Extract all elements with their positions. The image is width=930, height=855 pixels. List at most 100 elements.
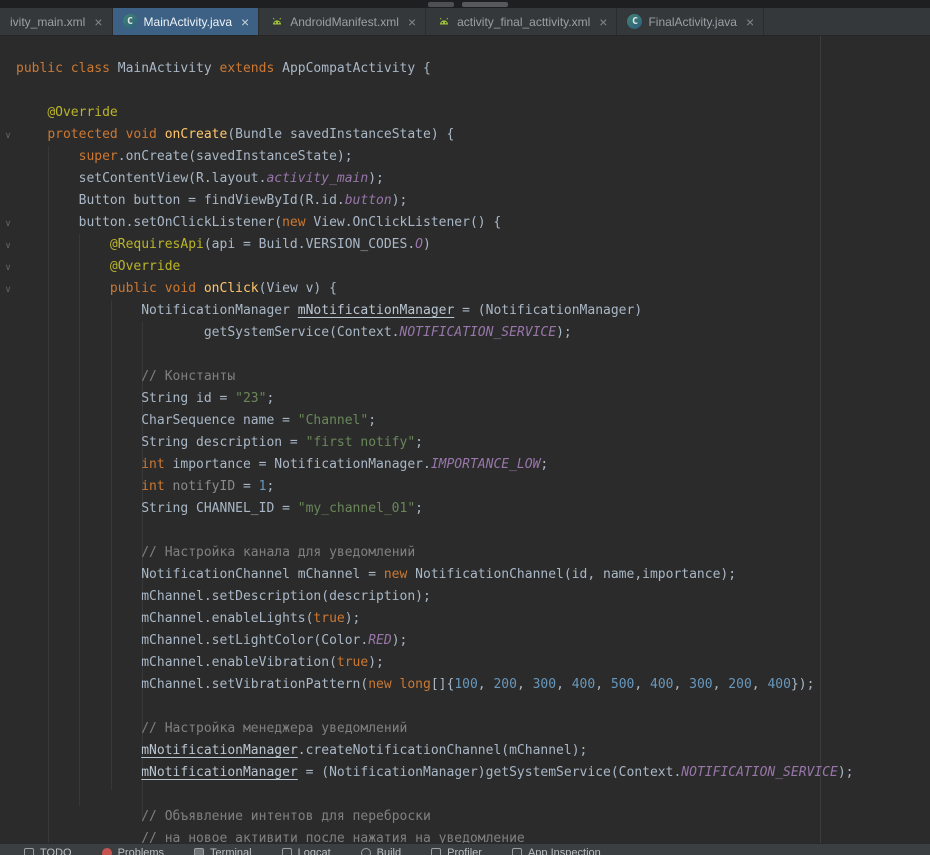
toolwindow-button-problems[interactable]: Problems [102, 847, 164, 855]
code-line[interactable]: int notifyID = 1; [0, 476, 930, 498]
editor-gutter: ∨ [0, 256, 16, 278]
close-icon[interactable]: × [599, 15, 607, 29]
code-line[interactable]: // на новое активити после нажатия на ув… [0, 828, 930, 843]
toolwindow-label: Problems [118, 847, 164, 855]
code-line[interactable]: int importance = NotificationManager.IMP… [0, 454, 930, 476]
code-editor[interactable]: public class MainActivity extends AppCom… [0, 36, 930, 843]
code-line[interactable]: // Объявление интентов для переброски [0, 806, 930, 828]
code-line[interactable]: mNotificationManager = (NotificationMana… [0, 762, 930, 784]
toolwindow-button-inspection[interactable]: App Inspection [512, 847, 601, 855]
code-area[interactable]: public class MainActivity extends AppCom… [0, 58, 930, 843]
logcat-icon [282, 848, 292, 855]
problems-icon [102, 848, 112, 855]
code-line[interactable]: String CHANNEL_ID = "my_channel_01"; [0, 498, 930, 520]
editor-gutter [0, 432, 16, 454]
code-line[interactable]: // Настройка канала для уведомлений [0, 542, 930, 564]
editor-gutter [0, 718, 16, 740]
code-line[interactable] [0, 696, 930, 718]
editor-gutter [0, 652, 16, 674]
editor-tab-MainActivity.java[interactable]: CMainActivity.java× [113, 8, 260, 35]
close-icon[interactable]: × [94, 15, 102, 29]
android-studio-window: ivity_main.xml×CMainActivity.java×Androi… [0, 0, 930, 855]
code-text: // Объявление интентов для переброски [16, 806, 431, 828]
code-line[interactable]: NotificationChannel mChannel = new Notif… [0, 564, 930, 586]
toolwindow-label: TODO [40, 847, 72, 855]
android-icon [436, 14, 451, 29]
editor-gutter [0, 630, 16, 652]
toolwindow-button-logcat[interactable]: Logcat [282, 847, 331, 855]
code-text: @Override [16, 102, 118, 124]
toolbar-button-remnant[interactable] [428, 2, 454, 7]
toolwindow-button-todo[interactable]: TODO [24, 847, 72, 855]
terminal-icon [194, 848, 204, 855]
code-line[interactable]: // Константы [0, 366, 930, 388]
toolwindow-button-profiler[interactable]: Profiler [431, 847, 482, 855]
code-text: public void onClick(View v) { [16, 278, 337, 300]
code-text: Button button = findViewById(R.id.button… [16, 190, 407, 212]
editor-gutter [0, 806, 16, 828]
code-line[interactable]: mChannel.setVibrationPattern(new long[]{… [0, 674, 930, 696]
code-line[interactable]: ∨ @Override [0, 256, 930, 278]
code-line[interactable]: String description = "first notify"; [0, 432, 930, 454]
editor-gutter: ∨ [0, 124, 16, 146]
code-line[interactable]: NotificationManager mNotificationManager… [0, 300, 930, 322]
code-line[interactable]: mChannel.setDescription(description); [0, 586, 930, 608]
toolbar-button-remnant[interactable] [462, 2, 508, 7]
code-line[interactable]: CharSequence name = "Channel"; [0, 410, 930, 432]
code-text: // Константы [16, 366, 235, 388]
editor-gutter [0, 476, 16, 498]
code-text: String CHANNEL_ID = "my_channel_01"; [16, 498, 423, 520]
close-icon[interactable]: × [241, 15, 249, 29]
fold-marker-icon[interactable]: ∨ [5, 263, 12, 272]
editor-tab-ivity_main.xml[interactable]: ivity_main.xml× [0, 8, 113, 35]
code-line[interactable]: ∨ public void onClick(View v) { [0, 278, 930, 300]
code-line[interactable]: ∨ button.setOnClickListener(new View.OnC… [0, 212, 930, 234]
fold-marker-icon[interactable]: ∨ [5, 285, 12, 294]
code-line[interactable]: setContentView(R.layout.activity_main); [0, 168, 930, 190]
editor-tab-AndroidManifest.xml[interactable]: AndroidManifest.xml× [259, 8, 426, 35]
toolwindow-button-build[interactable]: Build [361, 847, 401, 855]
close-icon[interactable]: × [408, 15, 416, 29]
code-text: @Override [16, 256, 180, 278]
editor-gutter [0, 102, 16, 124]
editor-tab-activity_final_acttivity.xml[interactable]: activity_final_acttivity.xml× [426, 8, 617, 35]
code-line[interactable]: mNotificationManager.createNotificationC… [0, 740, 930, 762]
editor-gutter [0, 366, 16, 388]
code-line[interactable] [0, 520, 930, 542]
editor-gutter [0, 454, 16, 476]
code-line[interactable]: ∨ protected void onCreate(Bundle savedIn… [0, 124, 930, 146]
editor-gutter [0, 520, 16, 542]
editor-gutter [0, 80, 16, 102]
code-line[interactable]: public class MainActivity extends AppCom… [0, 58, 930, 80]
code-line[interactable]: @Override [0, 102, 930, 124]
code-line[interactable]: getSystemService(Context.NOTIFICATION_SE… [0, 322, 930, 344]
build-icon [361, 848, 371, 855]
close-icon[interactable]: × [746, 15, 754, 29]
code-text: mChannel.setVibrationPattern(new long[]{… [16, 674, 814, 696]
code-line[interactable]: Button button = findViewById(R.id.button… [0, 190, 930, 212]
fold-marker-icon[interactable]: ∨ [5, 131, 12, 140]
code-line[interactable]: mChannel.enableLights(true); [0, 608, 930, 630]
code-text: mChannel.enableLights(true); [16, 608, 360, 630]
code-line[interactable] [0, 344, 930, 366]
editor-gutter [0, 586, 16, 608]
editor-gutter [0, 168, 16, 190]
editor-gutter [0, 388, 16, 410]
code-line[interactable]: mChannel.enableVibration(true); [0, 652, 930, 674]
code-line[interactable]: super.onCreate(savedInstanceState); [0, 146, 930, 168]
editor-gutter [0, 410, 16, 432]
fold-marker-icon[interactable]: ∨ [5, 219, 12, 228]
editor-gutter [0, 696, 16, 718]
code-line[interactable]: ∨ @RequiresApi(api = Build.VERSION_CODES… [0, 234, 930, 256]
editor-gutter [0, 762, 16, 784]
toolwindow-button-terminal[interactable]: Terminal [194, 847, 252, 855]
editor-tab-FinalActivity.java[interactable]: CFinalActivity.java× [617, 8, 764, 35]
code-line[interactable]: mChannel.setLightColor(Color.RED); [0, 630, 930, 652]
code-line[interactable] [0, 80, 930, 102]
code-line[interactable] [0, 784, 930, 806]
code-text: mChannel.setLightColor(Color.RED); [16, 630, 407, 652]
main-toolbar-remnant [0, 0, 930, 8]
code-line[interactable]: String id = "23"; [0, 388, 930, 410]
code-line[interactable]: // Настройка менеджера уведомлений [0, 718, 930, 740]
fold-marker-icon[interactable]: ∨ [5, 241, 12, 250]
